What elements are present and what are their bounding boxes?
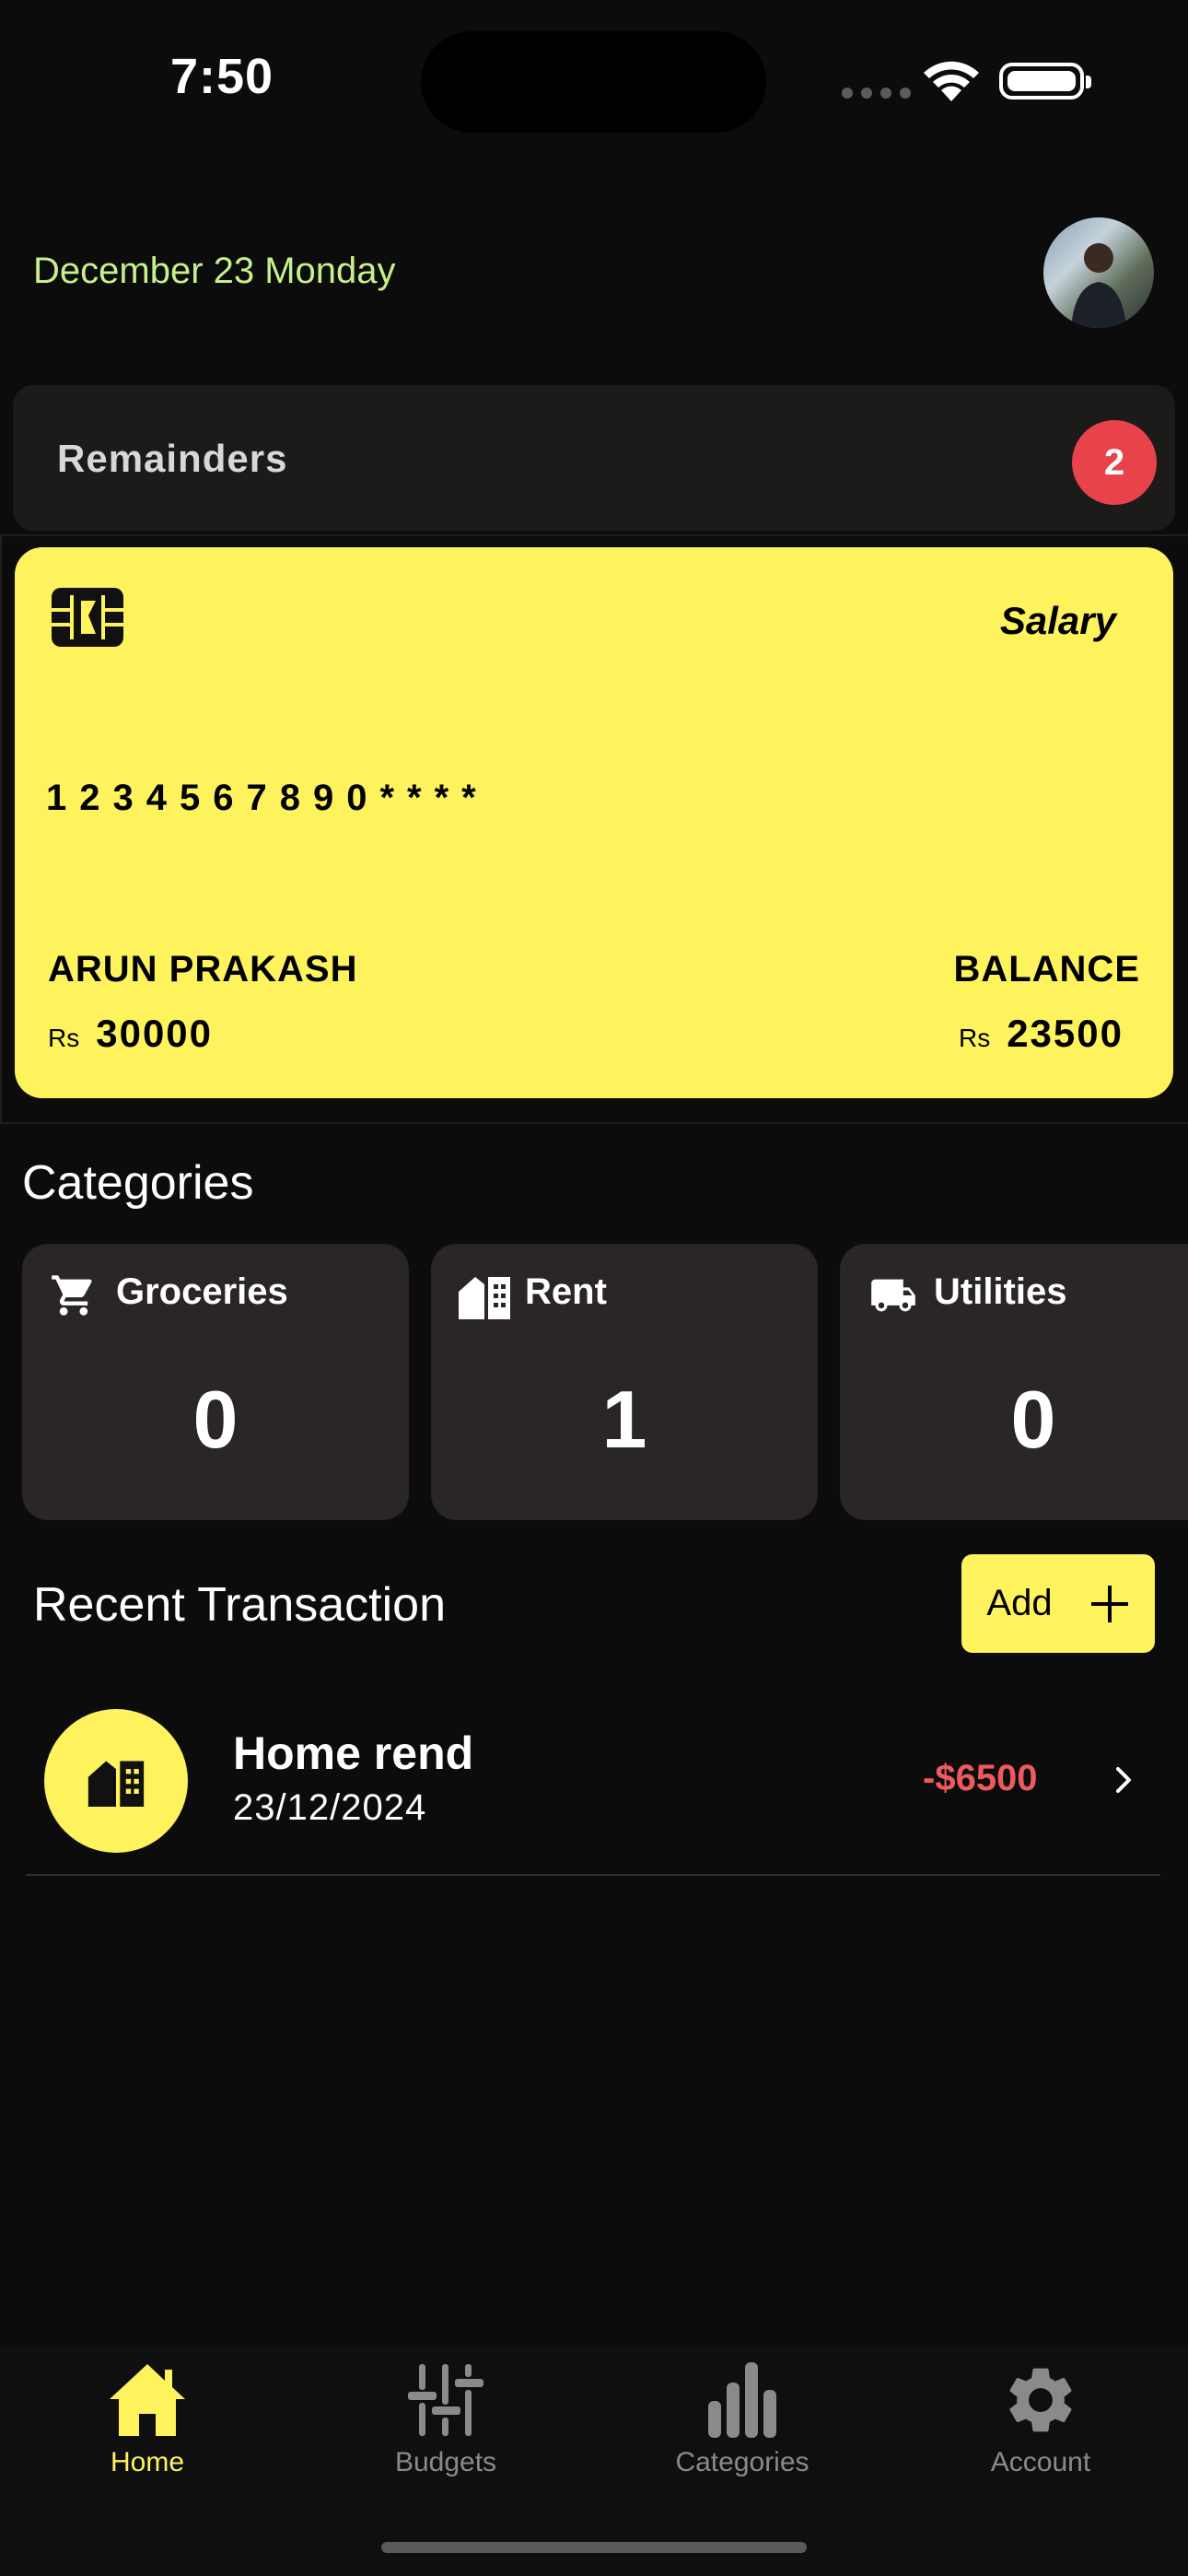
building-icon — [459, 1277, 510, 1319]
nav-label: Home — [110, 2447, 185, 2477]
truck-icon — [871, 1279, 915, 1312]
home-icon — [110, 2364, 185, 2436]
add-transaction-button[interactable]: Add — [961, 1554, 1155, 1653]
status-time: 7:50 — [170, 49, 274, 104]
card-holder-name: ARUN PRAKASH — [48, 949, 358, 989]
current-date: December 23 Monday — [33, 251, 396, 291]
cart-icon — [52, 1275, 92, 1316]
balance-amount: Rs 23500 — [959, 1012, 1124, 1056]
currency-symbol: Rs — [48, 1024, 80, 1052]
category-count: 0 — [1010, 1374, 1056, 1465]
card-number: 1234567890**** — [46, 778, 489, 818]
category-count: 1 — [601, 1374, 647, 1465]
add-button-label: Add — [986, 1583, 1053, 1623]
balance-amount-value: 23500 — [1007, 1012, 1124, 1055]
nav-item-categories[interactable]: Categories — [627, 2360, 857, 2478]
transaction-divider — [26, 1874, 1160, 1876]
battery-icon — [999, 63, 1091, 100]
chevron-right-icon[interactable] — [1112, 1763, 1135, 1797]
card-type: Salary — [999, 599, 1116, 642]
salary-card[interactable]: Salary 1234567890**** ARUN PRAKASH BALAN… — [15, 547, 1173, 1098]
transaction-title[interactable]: Home rend — [233, 1727, 473, 1780]
plus-icon — [1090, 1585, 1128, 1622]
nav-label: Account — [990, 2447, 1091, 2477]
category-name: Rent — [525, 1271, 607, 1312]
bar-chart-icon — [708, 2362, 776, 2438]
recent-transaction-title: Recent Transaction — [33, 1578, 447, 1632]
nav-item-account[interactable]: Account — [926, 2360, 1156, 2478]
nav-label: Budgets — [394, 2447, 497, 2477]
categories-title: Categories — [22, 1156, 254, 1210]
reminders-bar[interactable]: Remainders 2 — [13, 385, 1175, 531]
home-indicator — [381, 2542, 807, 2553]
gear-icon — [1009, 2368, 1072, 2432]
wifi-icon — [924, 61, 979, 101]
nav-item-home[interactable]: Home — [32, 2360, 262, 2478]
chip-icon — [52, 588, 123, 647]
category-tile-rent[interactable]: Rent 1 — [431, 1244, 818, 1520]
category-count: 0 — [192, 1374, 239, 1465]
sliders-icon — [408, 2364, 483, 2436]
reminders-count-badge: 2 — [1072, 420, 1157, 505]
cellular-signal-icon — [842, 88, 911, 99]
transaction-date: 23/12/2024 — [233, 1787, 427, 1828]
transaction-icon — [44, 1709, 188, 1853]
nav-item-budgets[interactable]: Budgets — [331, 2360, 561, 2478]
category-tile-utilities[interactable]: Utilities 0 — [840, 1244, 1188, 1520]
balance-label: BALANCE — [953, 949, 1140, 989]
category-name: Utilities — [934, 1271, 1067, 1312]
profile-avatar[interactable] — [1043, 217, 1154, 328]
salary-amount: Rs 30000 — [48, 1012, 213, 1056]
transaction-amount: -$6500 — [923, 1758, 1038, 1798]
dynamic-island — [421, 31, 766, 133]
building-icon — [87, 1761, 145, 1807]
category-name: Groceries — [116, 1271, 288, 1312]
category-tile-groceries[interactable]: Groceries 0 — [22, 1244, 409, 1520]
currency-symbol: Rs — [958, 1024, 991, 1052]
reminders-label: Remainders — [57, 437, 288, 480]
nav-label: Categories — [675, 2447, 809, 2477]
salary-amount-value: 30000 — [96, 1012, 214, 1055]
